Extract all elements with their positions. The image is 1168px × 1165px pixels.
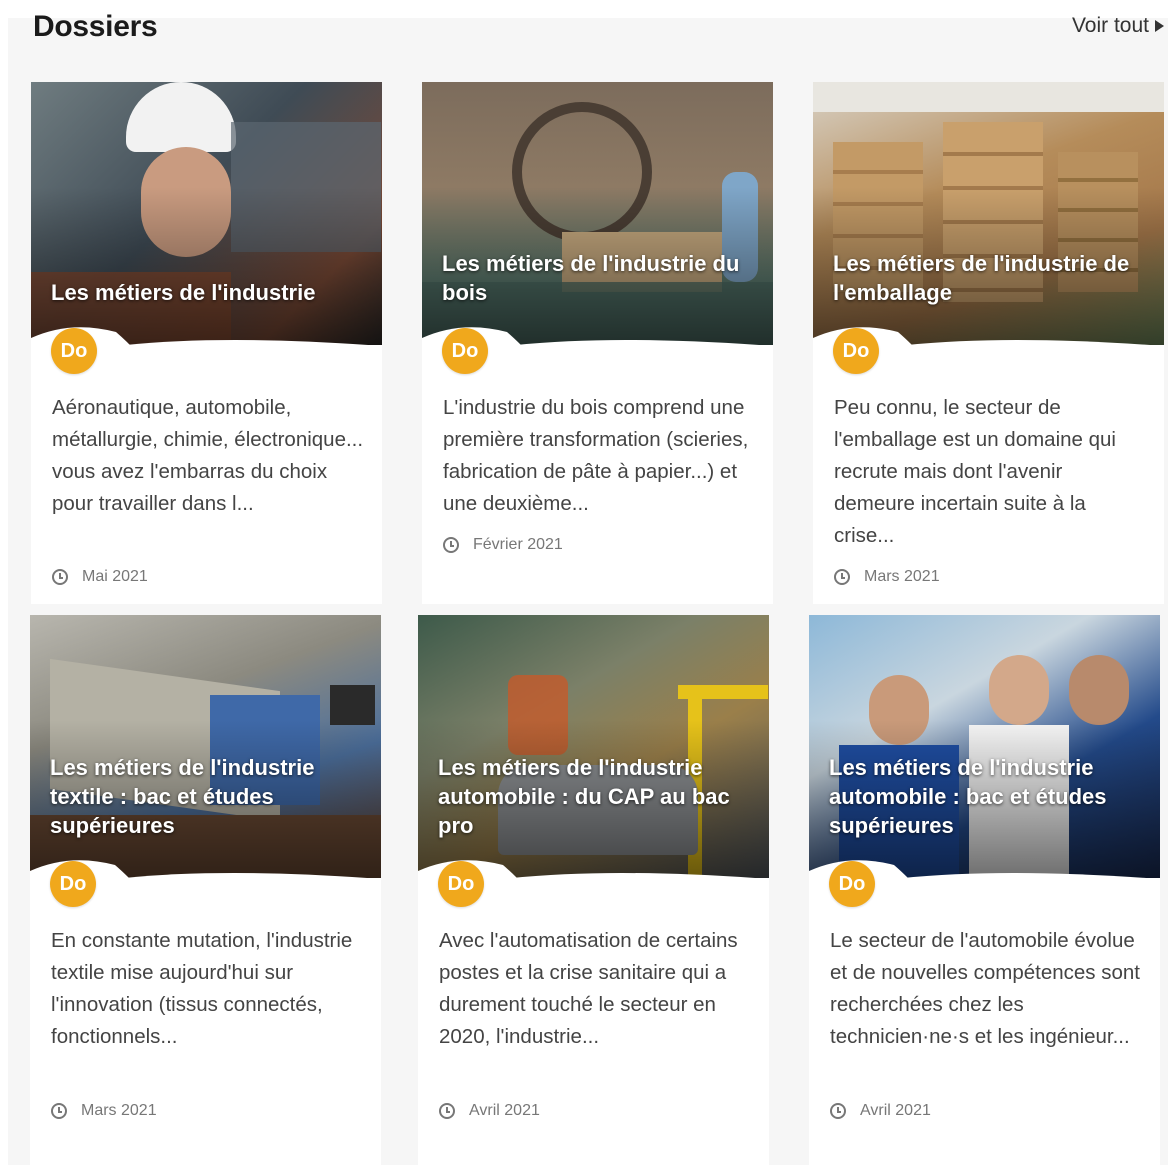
- card-date: Mai 2021: [52, 568, 148, 586]
- card-description: Aéronautique, automobile, métallurgie, c…: [52, 396, 364, 515]
- card-date: Février 2021: [443, 536, 563, 554]
- card-title: Les métiers de l'industrie de l'emballag…: [833, 251, 1130, 305]
- card-image: Les métiers de l'industrie textile : bac…: [30, 615, 381, 878]
- section-header: Dossiers Voir tout: [0, 0, 1168, 60]
- card-title: Les métiers de l'industrie automobile : …: [438, 755, 730, 838]
- clock-icon: [830, 1103, 846, 1119]
- card-date-label: Mai 2021: [82, 568, 148, 585]
- clock-icon: [52, 569, 68, 585]
- card-date-label: Avril 2021: [860, 1102, 931, 1119]
- card-description: Le secteur de l'automobile évolue et de …: [830, 929, 1140, 1048]
- dossier-card[interactable]: Les métiers de l'industrie de l'emballag…: [813, 82, 1164, 604]
- card-title: Les métiers de l'industrie: [51, 280, 316, 305]
- card-date-label: Février 2021: [473, 536, 563, 553]
- card-image: Les métiers de l'industrie automobile : …: [809, 615, 1160, 878]
- dossier-card[interactable]: Les métiers de l'industrie Do Aéronautiq…: [31, 82, 382, 604]
- section-title: Dossiers: [33, 10, 158, 43]
- category-badge: Do: [51, 328, 97, 374]
- triangle-right-icon: [1155, 20, 1164, 32]
- card-date: Mars 2021: [51, 1102, 157, 1120]
- card-description: Peu connu, le secteur de l'emballage est…: [834, 396, 1116, 547]
- card-date: Mars 2021: [834, 568, 940, 586]
- clock-icon: [443, 537, 459, 553]
- card-date-label: Avril 2021: [469, 1102, 540, 1119]
- card-date: Avril 2021: [439, 1102, 540, 1120]
- card-description: L'industrie du bois comprend une premièr…: [443, 396, 749, 515]
- category-badge: Do: [829, 861, 875, 907]
- category-badge: Do: [833, 328, 879, 374]
- dossier-card[interactable]: Les métiers de l'industrie automobile : …: [418, 615, 769, 1165]
- dossier-card[interactable]: Les métiers de l'industrie du bois Do L'…: [422, 82, 773, 604]
- clock-icon: [51, 1103, 67, 1119]
- card-date-label: Mars 2021: [81, 1102, 157, 1119]
- dossier-card[interactable]: Les métiers de l'industrie automobile : …: [809, 615, 1160, 1165]
- see-all-link[interactable]: Voir tout: [1072, 14, 1164, 38]
- card-image: Les métiers de l'industrie de l'emballag…: [813, 82, 1164, 345]
- dossier-card[interactable]: Les métiers de l'industrie textile : bac…: [30, 615, 381, 1165]
- clock-icon: [834, 569, 850, 585]
- card-title: Les métiers de l'industrie du bois: [442, 251, 740, 305]
- card-image: Les métiers de l'industrie du bois: [422, 82, 773, 345]
- card-date-label: Mars 2021: [864, 568, 940, 585]
- clock-icon: [439, 1103, 455, 1119]
- card-image: Les métiers de l'industrie automobile : …: [418, 615, 769, 878]
- see-all-label: Voir tout: [1071, 14, 1149, 37]
- card-date: Avril 2021: [830, 1102, 931, 1120]
- card-description: En constante mutation, l'industrie texti…: [51, 929, 353, 1048]
- card-image: Les métiers de l'industrie: [31, 82, 382, 345]
- category-badge: Do: [442, 328, 488, 374]
- card-title: Les métiers de l'industrie textile : bac…: [50, 755, 315, 838]
- category-badge: Do: [438, 861, 484, 907]
- card-title: Les métiers de l'industrie automobile : …: [829, 755, 1107, 838]
- category-badge: Do: [50, 861, 96, 907]
- card-description: Avec l'automatisation de certains postes…: [439, 929, 738, 1048]
